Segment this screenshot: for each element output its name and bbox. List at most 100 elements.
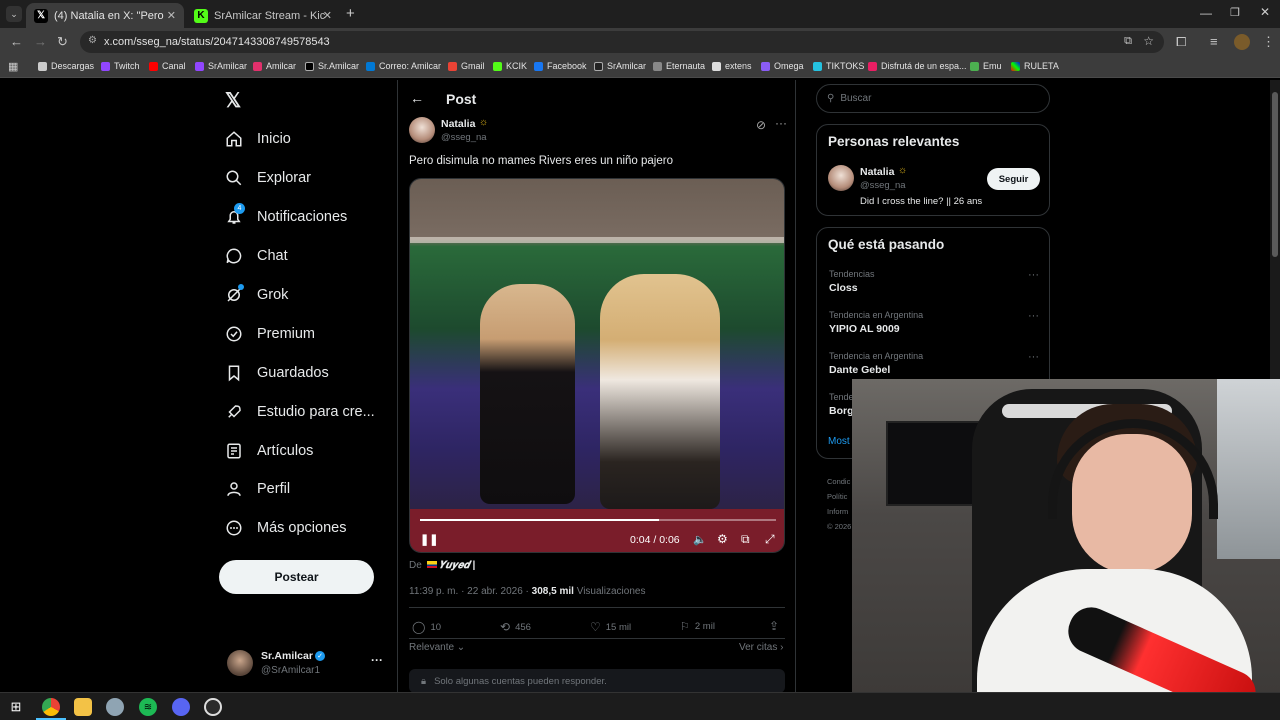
windows-start-icon[interactable]: ⊞ xyxy=(7,698,25,716)
reload-icon[interactable]: ↻ xyxy=(57,34,68,50)
bookmark-item[interactable]: Gmail xyxy=(448,61,485,71)
reply-action[interactable]: ◯ 10 xyxy=(412,620,441,634)
account-switcher[interactable]: Sr.Amilcar ✓ @SrAmilcar1 ··· xyxy=(225,648,393,678)
video-progress-track[interactable] xyxy=(420,519,776,521)
tab-search-button[interactable]: ⌄ xyxy=(6,6,22,22)
spotify-icon[interactable]: ≋ xyxy=(139,698,157,716)
grok-explain-icon[interactable]: ⊘ xyxy=(756,118,766,132)
avatar[interactable] xyxy=(409,117,435,143)
new-tab-button[interactable]: + xyxy=(346,5,355,22)
pause-icon[interactable]: ❚❚ xyxy=(420,533,438,546)
discord-icon[interactable] xyxy=(172,698,190,716)
apps-grid-icon[interactable]: ▦ xyxy=(8,60,18,73)
like-action[interactable]: ♡ 15 mil xyxy=(590,620,631,634)
site-info-icon[interactable]: ⚙ xyxy=(88,35,97,46)
bookmark-item[interactable]: SrAmilcar xyxy=(594,61,646,71)
bookmark-item[interactable]: Emu xyxy=(970,61,1002,71)
search-box[interactable]: ⚲ Buscar xyxy=(816,84,1050,113)
nav-explore[interactable]: Explorar xyxy=(225,169,311,187)
app-icon[interactable] xyxy=(106,698,124,716)
trend-more-icon[interactable]: ··· xyxy=(1028,351,1039,363)
back-icon[interactable]: ← xyxy=(10,34,23,49)
install-app-icon[interactable]: ⧉ xyxy=(1124,35,1132,48)
nav-profile[interactable]: Perfil xyxy=(225,480,290,498)
nav-creator-studio[interactable]: Estudio para cre... xyxy=(225,403,375,421)
settings-gear-icon[interactable]: ⚙ xyxy=(717,532,728,546)
trend-more-icon[interactable]: ··· xyxy=(1028,269,1039,281)
bookmark-item[interactable]: Amilcar xyxy=(253,61,296,71)
extensions-icon[interactable]: ⧠ xyxy=(1176,34,1186,50)
post-button[interactable]: Postear xyxy=(219,560,374,594)
bookmark-item[interactable]: extens xyxy=(712,61,752,71)
view-quotes-link[interactable]: Ver citas › xyxy=(739,642,783,653)
restore-icon[interactable]: ❐ xyxy=(1230,6,1240,19)
video-progress-fill xyxy=(420,519,659,521)
follow-button[interactable]: Seguir xyxy=(987,168,1040,190)
bookmark-item[interactable]: Descargas xyxy=(38,61,94,71)
scrollbar-thumb[interactable] xyxy=(1272,92,1278,257)
nav-chat[interactable]: Chat xyxy=(225,247,288,265)
volume-icon[interactable]: 🔈 xyxy=(693,533,707,546)
webcam-window-light xyxy=(1217,379,1280,559)
bookmark-item[interactable]: SrAmilcar xyxy=(195,61,247,71)
chrome-taskbar-icon[interactable] xyxy=(42,698,60,716)
tab-close-icon[interactable]: ✕ xyxy=(323,9,332,22)
fullscreen-icon[interactable]: ⤢ xyxy=(765,532,775,547)
media-controls-icon[interactable]: ≡ xyxy=(1210,34,1218,49)
share-icon[interactable]: ⇪ xyxy=(769,619,779,633)
bookmark-item[interactable]: Omega xyxy=(761,61,804,71)
avatar[interactable] xyxy=(828,165,854,191)
profile-avatar[interactable] xyxy=(1234,34,1250,50)
nav-home[interactable]: Inicio xyxy=(225,130,291,148)
address-bar[interactable]: ⚙ x.com/sseg_na/status/20471433087495785… xyxy=(80,31,1164,53)
bookmark-item[interactable]: Twitch xyxy=(101,61,140,71)
post-timestamp[interactable]: 11:39 p. m. · 22 abr. 2026 · xyxy=(409,586,529,597)
notification-badge: 4 xyxy=(234,203,245,214)
trend-item[interactable]: Tendencias Closs ··· xyxy=(829,269,1039,294)
nav-notifications[interactable]: 4 Notificaciones xyxy=(225,203,347,226)
person-name[interactable]: Natalia xyxy=(860,166,894,178)
bookmark-item[interactable]: Canal xyxy=(149,61,186,71)
show-more-link[interactable]: Most xyxy=(828,436,850,447)
nav-premium[interactable]: Premium xyxy=(225,325,315,343)
file-explorer-icon[interactable] xyxy=(74,698,92,716)
account-more-icon[interactable]: ··· xyxy=(371,653,383,667)
trend-more-icon[interactable]: ··· xyxy=(1028,310,1039,322)
nav-grok[interactable]: Grok xyxy=(225,284,288,304)
bookmark-item[interactable]: RULETA xyxy=(1011,61,1059,71)
bookmark-item[interactable]: Sr.Amilcar xyxy=(305,61,359,71)
browser-tab-x[interactable]: 𝕏 (4) Natalia en X: "Pero di ✕ xyxy=(26,3,184,28)
nav-bookmarks[interactable]: Guardados xyxy=(225,364,329,382)
video-table xyxy=(410,509,784,552)
trend-item[interactable]: Tendencia en Argentina YIPIO AL 9009 ··· xyxy=(829,310,1039,335)
post-more-icon[interactable]: ··· xyxy=(775,116,787,130)
nav-articles[interactable]: Artículos xyxy=(225,442,313,460)
obs-icon[interactable] xyxy=(204,698,222,716)
author-handle[interactable]: @sseg_na xyxy=(441,132,487,143)
minimize-icon[interactable]: — xyxy=(1200,6,1212,20)
x-logo-icon[interactable]: 𝕏 xyxy=(225,88,241,113)
bookmark-item[interactable]: Disfrutá de un espa... xyxy=(868,61,967,71)
trend-item[interactable]: Tendencia en Argentina Dante Gebel ··· xyxy=(829,351,1039,376)
bookmark-star-icon[interactable]: ☆ xyxy=(1143,34,1154,48)
video-source: De 𝒀𝒖𝒚𝒆𝒅 | xyxy=(409,560,476,571)
forward-icon[interactable]: → xyxy=(34,34,47,49)
bookmark-item[interactable]: Correo: Amilcar xyxy=(366,61,441,71)
tab-close-icon[interactable]: ✕ xyxy=(167,9,176,22)
author-name[interactable]: Natalia xyxy=(441,118,475,130)
bookmark-action[interactable]: ⚐ 2 mil xyxy=(680,620,715,633)
back-arrow-icon[interactable]: ← xyxy=(410,90,424,106)
sort-replies[interactable]: Relevante ⌄ xyxy=(409,642,465,653)
close-window-icon[interactable]: ✕ xyxy=(1260,5,1270,19)
repost-action[interactable]: ⟲ 456 xyxy=(500,620,531,634)
chrome-menu-icon[interactable]: ⋮ xyxy=(1262,34,1275,50)
bookmark-item[interactable]: Facebook xyxy=(534,61,587,71)
video-player[interactable]: ❚❚ 0:04 / 0:06 🔈 ⚙ ⧉ ⤢ xyxy=(409,178,785,553)
browser-tab-kick[interactable]: K SrAmilcar Stream - Kick Dashbo ✕ xyxy=(186,3,340,28)
bookmark-item[interactable]: TIKTOKS xyxy=(813,61,864,71)
source-name[interactable]: 𝒀𝒖𝒚𝒆𝒅 | xyxy=(439,560,475,571)
pip-icon[interactable]: ⧉ xyxy=(741,532,750,547)
bookmark-item[interactable]: Eternauta xyxy=(653,61,705,71)
nav-more[interactable]: Más opciones xyxy=(225,519,346,537)
bookmark-item[interactable]: KCIK xyxy=(493,61,527,71)
